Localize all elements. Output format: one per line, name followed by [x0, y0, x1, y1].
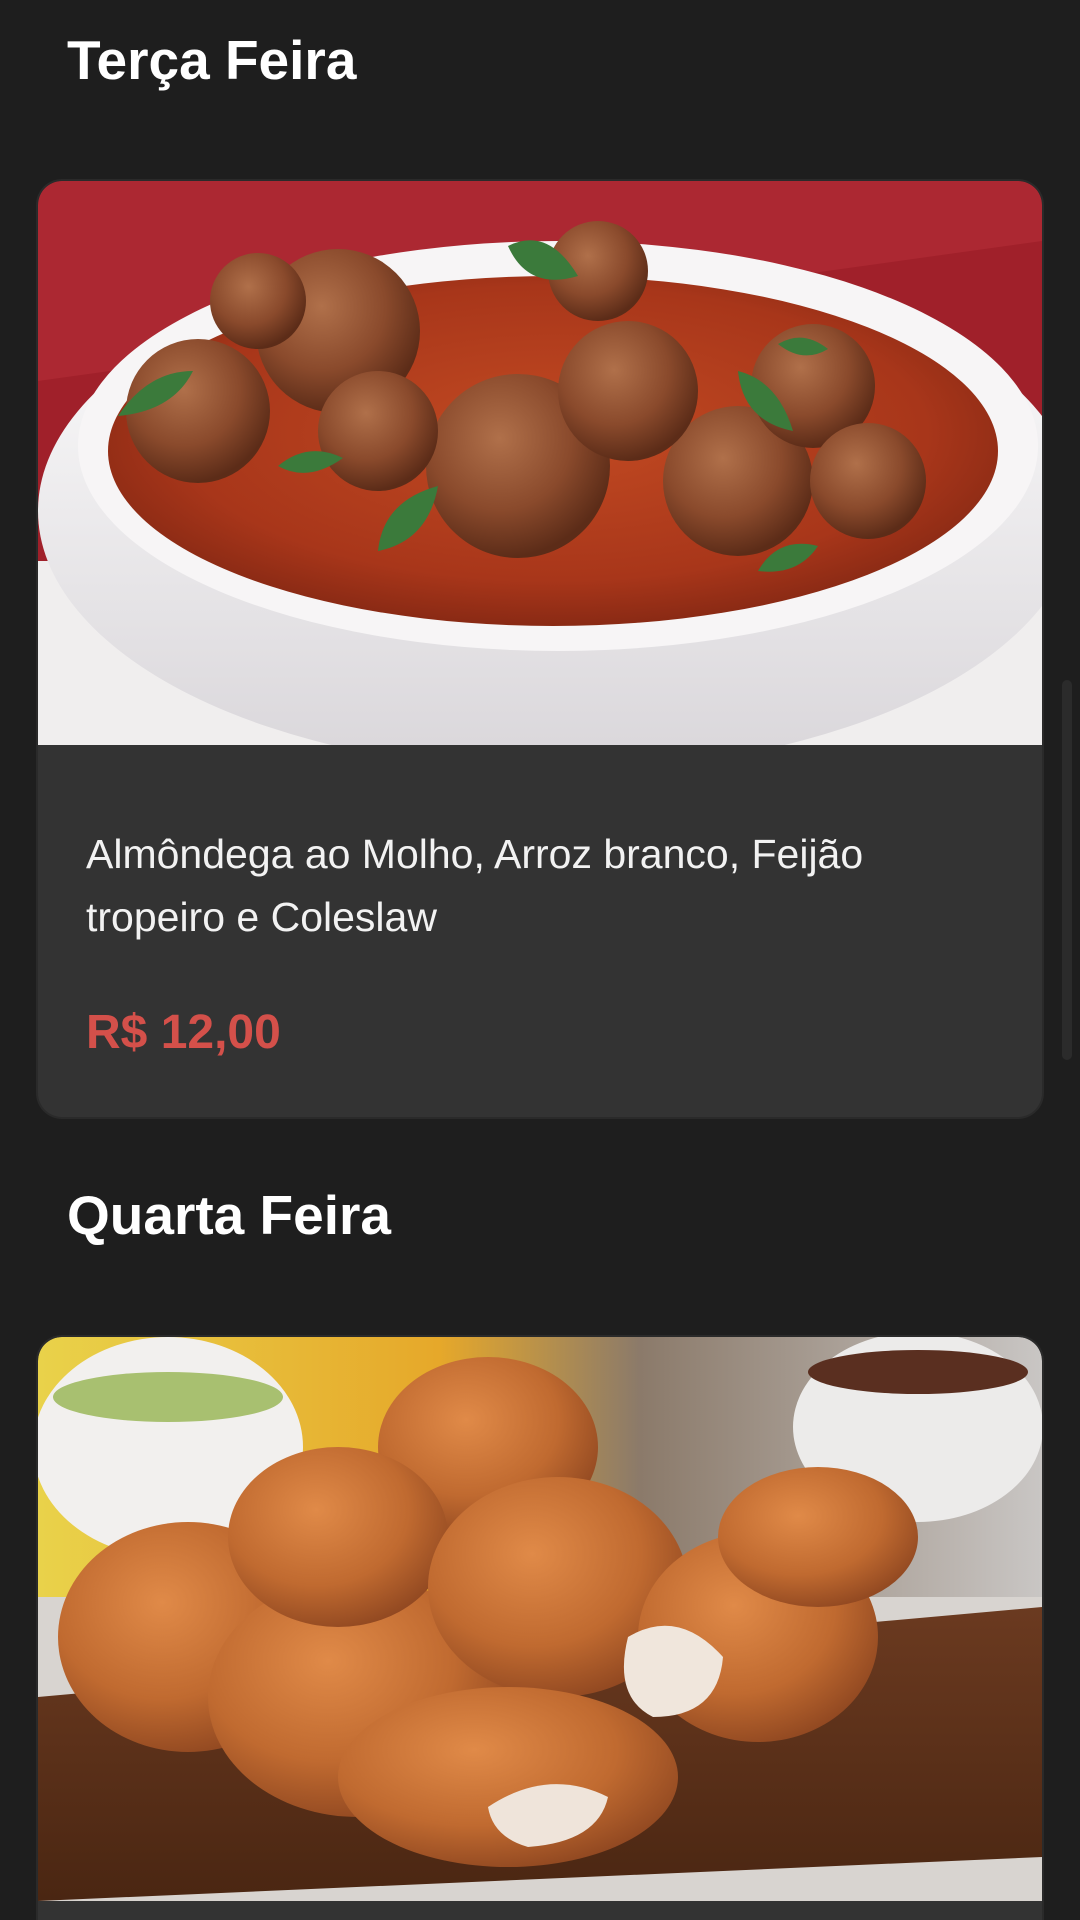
scrollbar[interactable]: [1062, 680, 1072, 1060]
menu-card-wednesday[interactable]: [38, 1337, 1042, 1920]
card-body: Almôndega ao Molho, Arroz branco, Feijão…: [38, 745, 1042, 1057]
menu-screen: Terça Feira Almôndega ao Molho, Arroz br…: [0, 0, 1080, 1920]
dish-photo-meatballs: [38, 181, 1042, 745]
dish-price: R$ 12,00: [86, 1006, 281, 1059]
day-title-wednesday: Quarta Feira: [67, 1184, 392, 1246]
dish-photo-fried-chicken: [38, 1337, 1042, 1901]
menu-card-tuesday[interactable]: Almôndega ao Molho, Arroz branco, Feijão…: [38, 181, 1042, 1117]
dish-description: Almôndega ao Molho, Arroz branco, Feijão…: [86, 831, 864, 940]
day-title-tuesday: Terça Feira: [67, 29, 357, 91]
